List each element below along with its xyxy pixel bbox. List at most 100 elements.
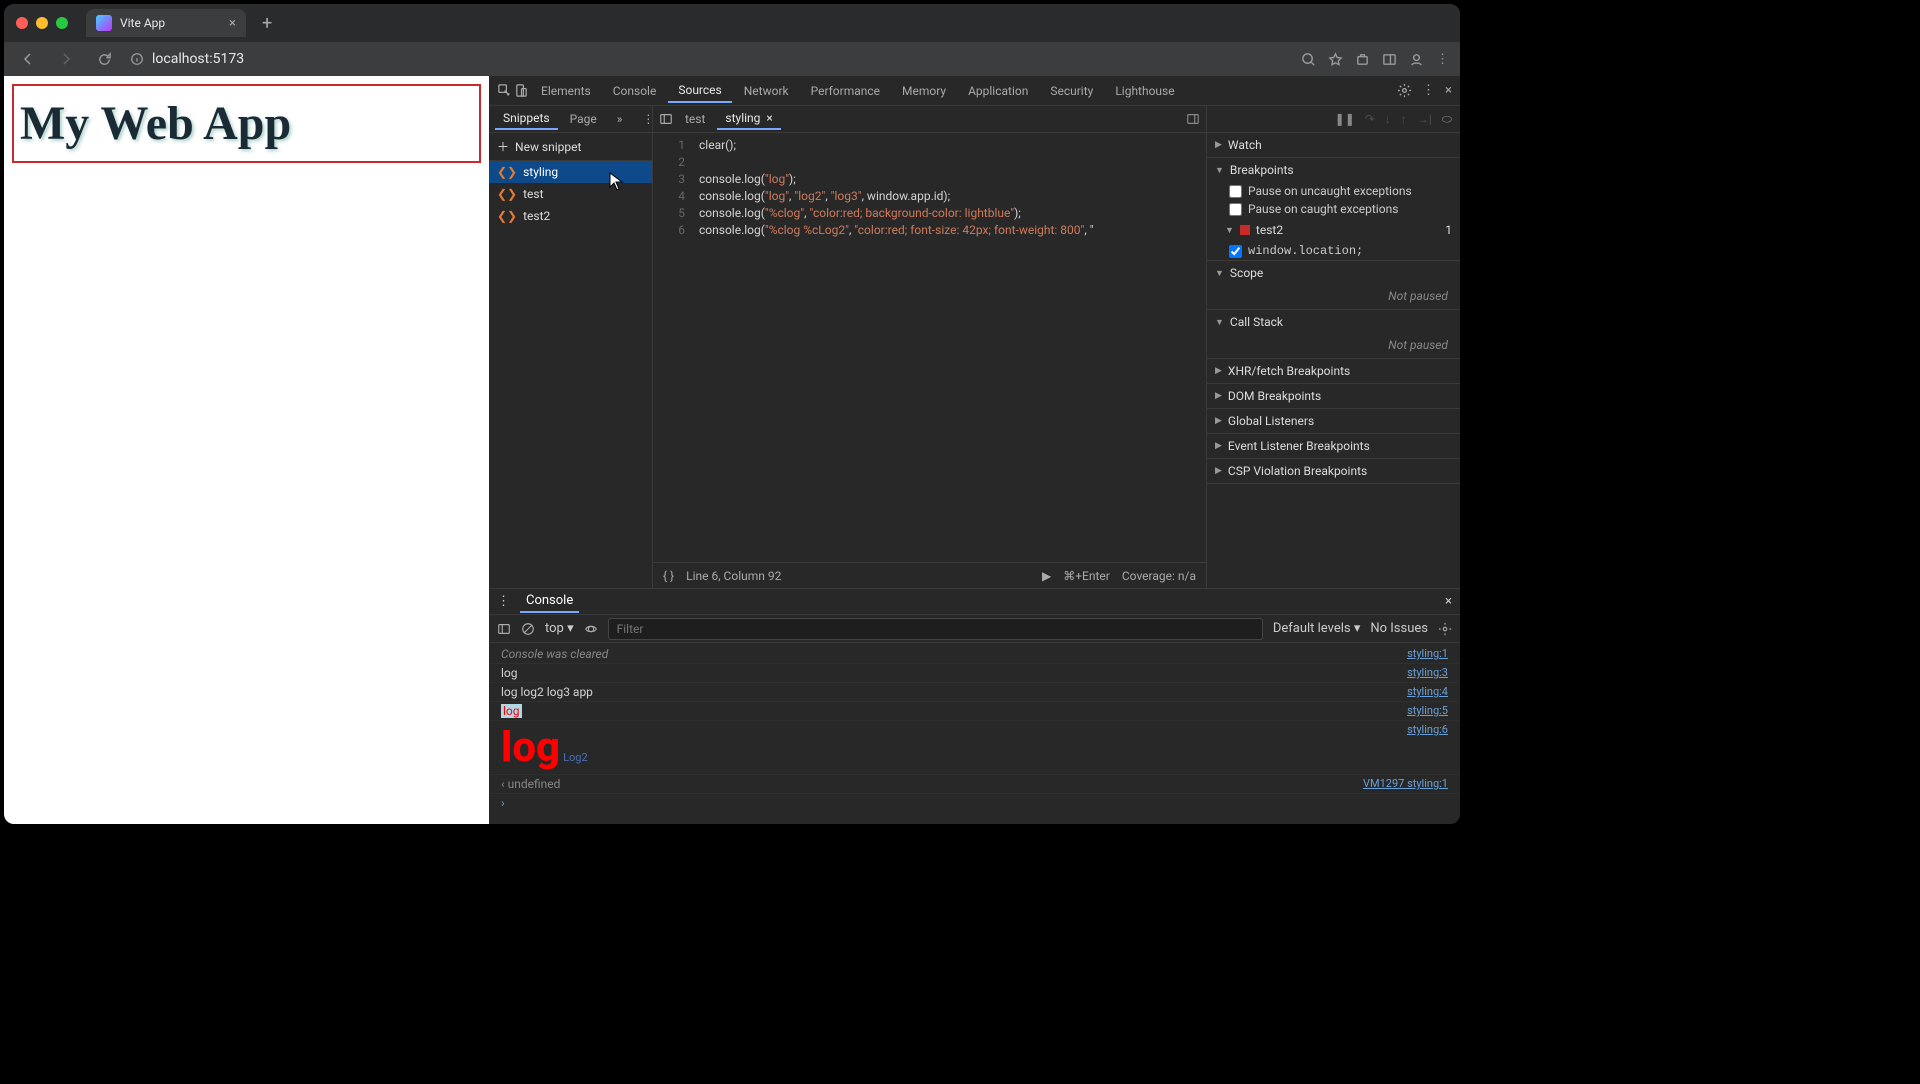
editor-pane: test styling× 123456 clear(); console.lo… — [653, 106, 1206, 588]
live-expr-icon[interactable] — [584, 622, 598, 636]
pause-caught-checkbox[interactable] — [1229, 203, 1242, 216]
step-into-icon[interactable]: ↓ — [1385, 112, 1391, 126]
scope-section[interactable]: ▼Scope — [1207, 261, 1460, 285]
close-tab-button[interactable]: × — [229, 16, 236, 31]
csp-bp-section[interactable]: ▶CSP Violation Breakpoints — [1207, 459, 1460, 483]
console-output[interactable]: Console was clearedstyling:1logstyling:3… — [489, 643, 1460, 824]
file-tab-test[interactable]: test — [677, 109, 713, 129]
url-text: localhost:5173 — [152, 51, 244, 67]
code-editor[interactable]: 123456 clear(); console.log("log"); cons… — [653, 133, 1206, 562]
favicon-icon — [96, 15, 112, 31]
snippet-icon: ❮❯ — [497, 209, 517, 223]
console-levels[interactable]: Default levels ▾ — [1273, 621, 1361, 636]
code-content[interactable]: clear(); console.log("log"); console.log… — [693, 133, 1206, 562]
more-tabs-icon[interactable]: » — [609, 109, 631, 129]
xhr-bp-section[interactable]: ▶XHR/fetch Breakpoints — [1207, 359, 1460, 383]
tab-title: Vite App — [120, 16, 165, 30]
star-icon[interactable] — [1328, 52, 1343, 67]
minimize-window-button[interactable] — [36, 17, 48, 29]
tab-memory[interactable]: Memory — [892, 80, 956, 102]
new-tab-button[interactable]: + — [254, 9, 280, 38]
tab-elements[interactable]: Elements — [531, 80, 601, 102]
profile-icon[interactable] — [1409, 52, 1424, 67]
close-window-button[interactable] — [16, 17, 28, 29]
step-icon[interactable]: →| — [1417, 112, 1432, 126]
run-shortcut: ⌘+Enter — [1063, 569, 1110, 583]
run-snippet-button[interactable]: ▶ — [1042, 569, 1051, 583]
snippets-tab[interactable]: Snippets — [495, 108, 558, 130]
dock-icon[interactable] — [1186, 112, 1200, 126]
devtools-panel: Elements Console Sources Network Perform… — [489, 76, 1460, 824]
context-selector[interactable]: top ▾ — [545, 621, 574, 636]
settings-icon[interactable] — [1397, 83, 1412, 98]
window-controls — [16, 17, 68, 29]
new-snippet-button[interactable]: ＋ New snippet — [489, 133, 652, 161]
page-tab[interactable]: Page — [562, 109, 605, 129]
snippet-item-test[interactable]: ❮❯test — [489, 183, 652, 205]
forward-button[interactable] — [54, 47, 78, 71]
devtools-menu-icon[interactable]: ⋮ — [1422, 83, 1435, 98]
devtools-close-icon[interactable]: × — [1445, 83, 1452, 98]
snippet-item-styling[interactable]: ❮❯styling — [489, 161, 652, 183]
bp-marker-icon — [1240, 225, 1250, 235]
watch-section[interactable]: ▶Watch — [1207, 133, 1460, 157]
tab-performance[interactable]: Performance — [801, 80, 890, 102]
pause-uncaught-checkbox[interactable] — [1229, 185, 1242, 198]
maximize-window-button[interactable] — [56, 17, 68, 29]
clear-console-icon[interactable] — [521, 622, 535, 636]
plus-icon: ＋ — [497, 138, 509, 155]
cursor-position: Line 6, Column 92 — [686, 569, 781, 583]
sidebar-toggle-icon[interactable] — [659, 112, 673, 126]
page-heading: My Web App — [12, 84, 481, 163]
device-icon[interactable] — [514, 83, 529, 98]
bp-file[interactable]: ▼test21 — [1207, 218, 1460, 242]
address-bar[interactable]: localhost:5173 — [130, 51, 244, 67]
console-filter-input[interactable] — [608, 618, 1263, 640]
navbar: localhost:5173 ⋮ — [4, 42, 1460, 76]
tab-console[interactable]: Console — [603, 80, 667, 102]
pause-button[interactable]: ❚❚ — [1335, 112, 1355, 126]
tab-application[interactable]: Application — [958, 80, 1038, 102]
titlebar: Vite App × + — [4, 4, 1460, 42]
drawer-close-icon[interactable]: × — [1445, 594, 1452, 609]
snippet-icon: ❮❯ — [497, 165, 517, 179]
menu-icon[interactable]: ⋮ — [1436, 52, 1448, 67]
tab-lighthouse[interactable]: Lighthouse — [1105, 80, 1184, 102]
callstack-section[interactable]: ▼Call Stack — [1207, 310, 1460, 334]
deactivate-bp-icon[interactable]: ⬭ — [1442, 112, 1452, 127]
event-bp-section[interactable]: ▶Event Listener Breakpoints — [1207, 434, 1460, 458]
tab-sources[interactable]: Sources — [668, 79, 731, 103]
tab-security[interactable]: Security — [1040, 80, 1103, 102]
global-listeners-section[interactable]: ▶Global Listeners — [1207, 409, 1460, 433]
snippet-item-test2[interactable]: ❮❯test2 — [489, 205, 652, 227]
browser-window: Vite App × + localhost:5173 ⋮ My Web App — [4, 4, 1460, 824]
info-icon — [130, 52, 144, 66]
back-button[interactable] — [16, 47, 40, 71]
zoom-icon[interactable] — [1301, 52, 1316, 67]
debugger-sidebar: ❚❚ ↷ ↓ ↑ →| ⬭ ▶Watch ▼Breakpoints Pause … — [1206, 106, 1460, 588]
step-over-icon[interactable]: ↷ — [1365, 112, 1375, 126]
console-sidebar-icon[interactable] — [497, 622, 511, 636]
console-tab[interactable]: Console — [520, 590, 579, 613]
coverage-label: Coverage: n/a — [1122, 569, 1196, 583]
drawer-menu-icon[interactable]: ⋮ — [497, 594, 510, 609]
dom-bp-section[interactable]: ▶DOM Breakpoints — [1207, 384, 1460, 408]
close-icon[interactable]: × — [766, 111, 772, 125]
console-drawer: ⋮ Console × top ▾ Default levels ▾ No Is… — [489, 588, 1460, 824]
breakpoints-section[interactable]: ▼Breakpoints — [1207, 158, 1460, 182]
reload-button[interactable] — [92, 47, 116, 71]
bp-line-checkbox[interactable] — [1229, 245, 1242, 258]
inspect-icon[interactable] — [497, 83, 512, 98]
panel-icon[interactable] — [1382, 52, 1397, 67]
snippet-icon: ❮❯ — [497, 187, 517, 201]
console-issues: No Issues — [1370, 621, 1428, 636]
console-settings-icon[interactable] — [1438, 622, 1452, 636]
extensions-icon[interactable] — [1355, 52, 1370, 67]
step-out-icon[interactable]: ↑ — [1401, 112, 1407, 126]
file-tab-styling[interactable]: styling× — [717, 108, 780, 130]
tab-network[interactable]: Network — [734, 80, 799, 102]
browser-tab[interactable]: Vite App × — [86, 9, 246, 37]
format-icon[interactable]: { } — [663, 569, 674, 583]
devtools-tabbar: Elements Console Sources Network Perform… — [489, 76, 1460, 106]
sources-navigator: Snippets Page » ⋮ ＋ New snippet ❮❯stylin… — [489, 106, 653, 588]
